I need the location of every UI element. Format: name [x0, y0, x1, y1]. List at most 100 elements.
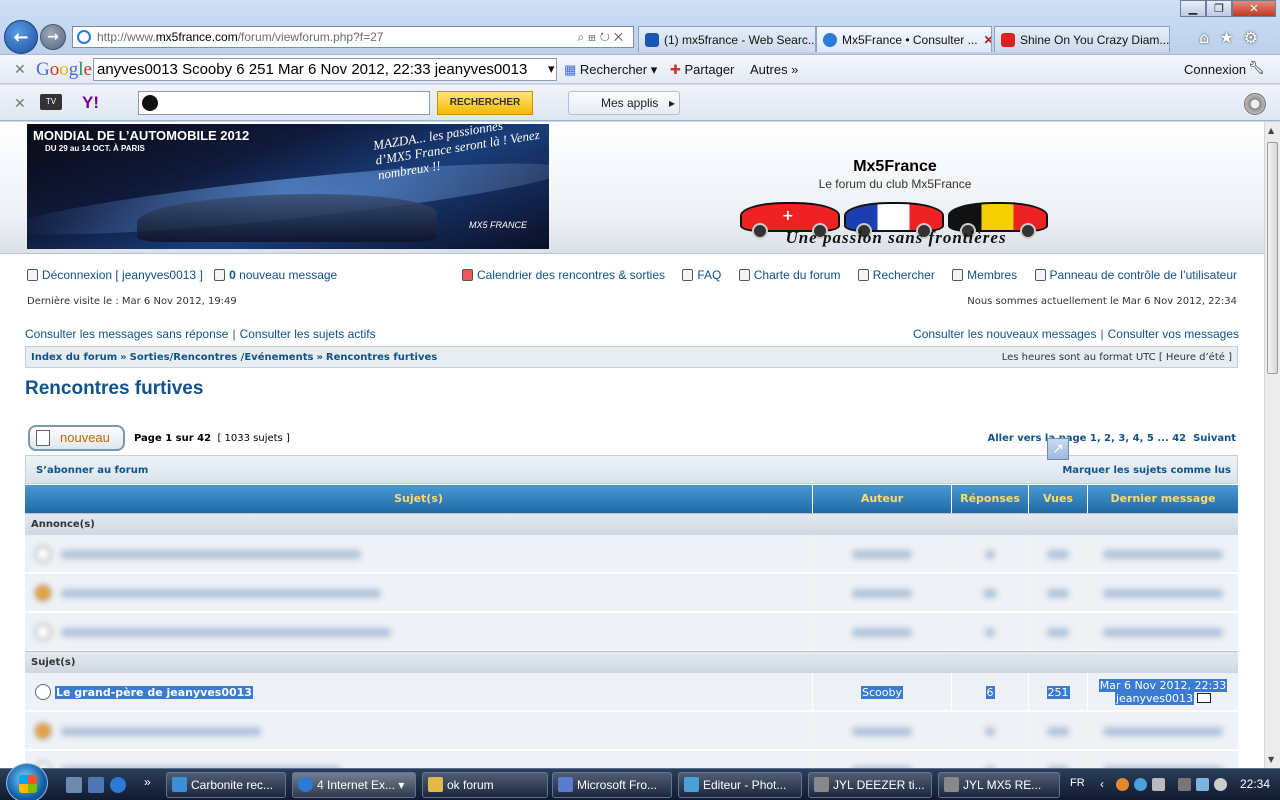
mark-read-link[interactable]: Marquer les sujets comme lus — [1062, 465, 1231, 476]
firefox-tray-icon[interactable] — [1116, 778, 1129, 791]
table-row[interactable] — [25, 712, 1238, 750]
maximize-button[interactable]: ❐ — [1206, 0, 1232, 17]
address-tools-icons[interactable]: ⌕⊞↻✕ — [577, 30, 627, 45]
start-button[interactable] — [6, 763, 48, 800]
my-apps-button[interactable]: Mes applis ▸ — [568, 91, 680, 115]
settings-gear-icon[interactable] — [1244, 93, 1266, 115]
wrench-icon[interactable]: 🔧︎ — [1248, 60, 1265, 76]
share-button[interactable]: ✚ Partager — [670, 62, 734, 78]
new-posts-link[interactable]: Consulter les nouveaux messages — [913, 327, 1096, 341]
scroll-down-icon[interactable]: ▼ — [1268, 755, 1274, 764]
chevron-down-icon[interactable]: ▾ — [548, 61, 555, 77]
update-tray-icon[interactable] — [1134, 778, 1147, 791]
internet-explorer-icon[interactable] — [110, 777, 126, 793]
table-row[interactable] — [25, 535, 1238, 573]
close-toolbar-icon[interactable]: ✕ — [14, 61, 26, 78]
scroll-up-icon[interactable]: ▲ — [1268, 126, 1274, 135]
members-link[interactable]: Membres — [952, 268, 1017, 282]
page-links[interactable]: 1, 2, 3, 4, 5 ... 42 — [1090, 433, 1186, 444]
taskbar-button[interactable]: Carbonite rec... — [166, 772, 286, 798]
close-tab-icon[interactable]: ✕ — [984, 33, 991, 47]
expand-arrow-icon[interactable]: ↗ — [1047, 438, 1069, 460]
tools-gear-icon[interactable]: ⚙ — [1244, 28, 1268, 47]
volume-icon[interactable] — [1214, 778, 1227, 791]
header-author: Auteur — [813, 485, 952, 513]
back-button[interactable]: ← — [4, 20, 38, 54]
table-row[interactable] — [25, 751, 1238, 768]
pagination[interactable]: Aller vers la page 1, 2, 3, 4, 5 ... 42 … — [987, 433, 1236, 444]
device-tray-icon[interactable] — [1152, 778, 1165, 791]
taskbar-button[interactable]: JYL DEEZER ti... — [808, 772, 932, 798]
yahoo-logo[interactable]: Y! — [82, 93, 99, 113]
logout-link[interactable]: Déconnexion [ jeanyves0013 ] — [27, 268, 203, 282]
breadcrumb-item-current[interactable]: Rencontres furtives — [326, 352, 437, 363]
mondial-banner[interactable]: MONDIAL DE L’AUTOMOBILE 2012 DU 29 au 14… — [27, 124, 549, 249]
scrollbar-thumb[interactable] — [1267, 142, 1278, 374]
battery-icon[interactable] — [1178, 778, 1191, 791]
unanswered-link[interactable]: Consulter les messages sans réponse — [25, 327, 228, 341]
taskbar-button[interactable]: Editeur - Phot... — [678, 772, 802, 798]
table-row-highlighted[interactable]: Le grand-père de jeanyves0013 Scooby 6 2… — [25, 673, 1238, 711]
google-search-input[interactable]: anyves0013 Scooby 6 251 Mar 6 Nov 2012, … — [93, 58, 557, 81]
user-navbar: Déconnexion [ jeanyves0013 ] 0 nouveau m… — [27, 268, 1237, 284]
google-search-button[interactable]: ▦ Rechercher ▾ — [564, 62, 657, 78]
breadcrumb-item-events[interactable]: Sorties/Rencontres /Evénements — [130, 352, 314, 363]
taskbar-button[interactable]: Microsoft Fro... — [552, 772, 672, 798]
close-toolbar-icon[interactable]: ✕ — [14, 95, 26, 112]
signin-link[interactable]: Connexion — [1184, 62, 1246, 77]
minimize-button[interactable]: ▁ — [1180, 0, 1206, 17]
calendar-link[interactable]: Calendrier des rencontres & sorties — [461, 268, 665, 282]
goto-last-post-icon[interactable] — [1197, 693, 1212, 703]
address-bar[interactable]: http://www. mx5france.com/forum/viewforum… — [72, 26, 634, 48]
carbonite-icon — [172, 777, 187, 792]
tab-youtube[interactable]: Shine On You Crazy Diam... — [994, 26, 1170, 52]
topic-title-link[interactable]: Le grand-père de jeanyves0013 — [55, 685, 253, 699]
forum-title[interactable]: Rencontres furtives — [25, 378, 203, 400]
internet-explorer-icon — [298, 777, 313, 792]
more-button[interactable]: Autres » — [750, 62, 798, 77]
home-icon[interactable]: ⌂ — [1199, 28, 1219, 47]
ucp-link[interactable]: Panneau de contrôle de l’utilisateur — [1034, 268, 1237, 282]
chevron-left-icon[interactable]: ‹ — [1100, 777, 1104, 791]
yahoo-search-input[interactable] — [138, 91, 430, 115]
taskbar-button[interactable]: ok forum — [422, 772, 548, 798]
favorites-star-icon[interactable]: ★ — [1219, 28, 1243, 47]
private-messages-link[interactable]: 0 nouveau message — [214, 268, 337, 282]
breadcrumb-item-index[interactable]: Index du forum — [31, 352, 117, 363]
active-topics-link[interactable]: Consulter les sujets actifs — [240, 327, 376, 341]
vertical-scrollbar[interactable]: ▲ ▼ — [1264, 122, 1280, 768]
next-page-link[interactable]: Suivant — [1193, 433, 1236, 444]
table-row[interactable] — [25, 574, 1238, 612]
topic-author-link[interactable]: Scooby — [861, 685, 903, 699]
your-posts-link[interactable]: Consulter vos messages — [1108, 327, 1239, 341]
network-icon[interactable] — [1196, 778, 1209, 791]
new-topic-button[interactable]: nouveau — [28, 425, 125, 451]
taskbar-button[interactable]: 4 Internet Ex... ▾ — [292, 772, 416, 798]
subscribe-link[interactable]: S’abonner au forum — [36, 465, 148, 476]
tv-icon[interactable]: TV — [40, 94, 62, 110]
clock[interactable]: 22:34 — [1240, 777, 1270, 791]
tab-bing-search[interactable]: (1) mx5france - Web Searc... — [638, 26, 816, 52]
faq-link[interactable]: FAQ — [682, 268, 721, 282]
forward-arrow-icon: → — [47, 29, 59, 45]
topic-read-icon — [35, 684, 51, 700]
google-logo: Google — [36, 59, 92, 80]
header-views: Vues — [1029, 485, 1088, 513]
search-link[interactable]: Rechercher — [857, 268, 935, 282]
switch-windows-icon[interactable] — [88, 777, 104, 793]
yahoo-search-button[interactable]: RECHERCHER — [437, 91, 533, 115]
charter-link[interactable]: Charte du forum — [738, 268, 840, 282]
members-icon — [952, 269, 964, 281]
close-window-button[interactable]: ✕ — [1232, 0, 1276, 17]
new-topic-icon — [36, 430, 50, 446]
forward-button[interactable]: → — [40, 24, 66, 50]
table-row[interactable] — [25, 613, 1238, 651]
show-desktop-icon[interactable] — [66, 777, 82, 793]
chevron-right-icon[interactable]: » — [144, 775, 151, 789]
breadcrumb: Index du forum» Sorties/Rencontres /Evéne… — [25, 346, 1238, 368]
taskbar-button[interactable]: JYL MX5 RE... — [938, 772, 1060, 798]
tab-mx5france[interactable]: Mx5France • Consulter ... ✕ — [816, 26, 992, 52]
last-post-author-link[interactable]: jeanyves0013 — [1114, 692, 1195, 705]
timezone-note: Les heures sont au format UTC [ Heure d’… — [1001, 352, 1232, 363]
language-indicator[interactable]: FR — [1070, 777, 1085, 789]
